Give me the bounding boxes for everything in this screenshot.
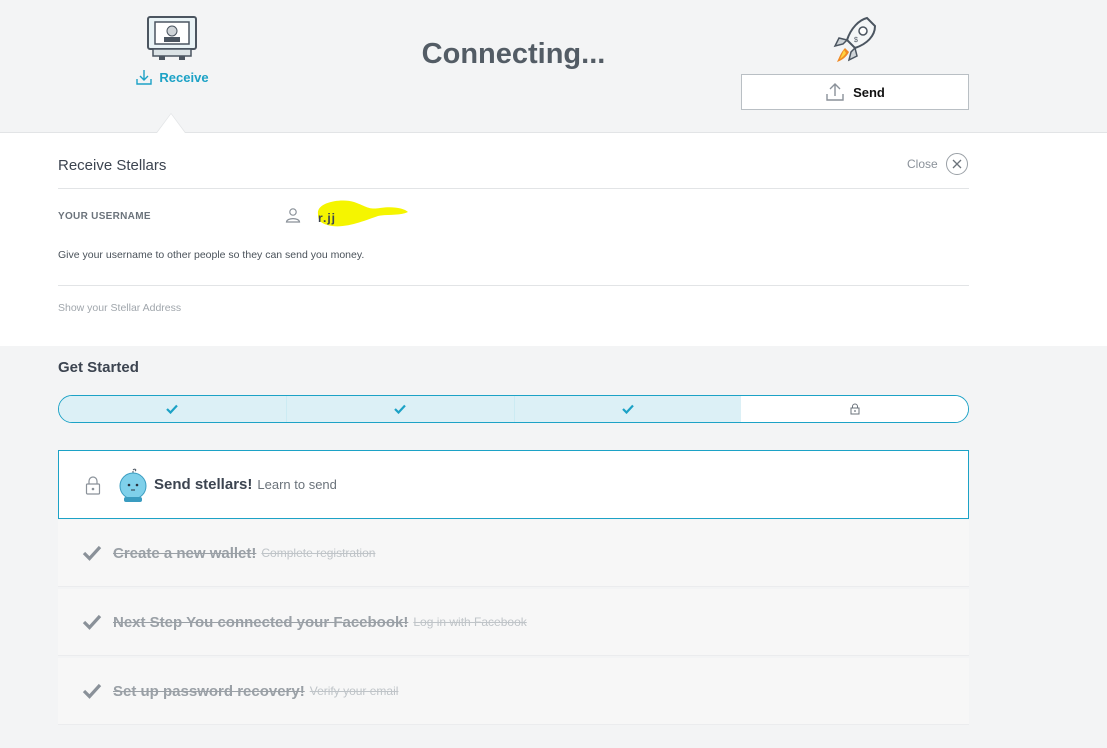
active-tab-caret	[157, 114, 185, 133]
active-step-title: Send stellars!	[154, 476, 253, 493]
app-header: Receive Connecting... $ Send	[0, 0, 1107, 133]
progress-step-2	[286, 396, 515, 422]
username-value: r.jj	[318, 211, 337, 225]
send-section: $ Send	[741, 14, 969, 110]
completed-step-subtitle: Log in with Facebook	[413, 615, 527, 629]
lock-icon	[850, 403, 860, 415]
completed-step-card: Next Step You connected your Facebook! L…	[58, 589, 969, 656]
receive-tab-label: Receive	[159, 69, 209, 85]
user-icon	[285, 208, 301, 223]
completed-step-title: Set up password recovery!	[113, 682, 305, 700]
check-icon	[166, 404, 179, 414]
divider	[58, 188, 969, 189]
divider	[58, 285, 969, 286]
progress-step-1	[59, 396, 287, 422]
send-button-label: Send	[853, 84, 885, 100]
rocket-icon: $	[833, 16, 877, 62]
send-button[interactable]: Send	[741, 74, 969, 110]
completed-step-title: Create a new wallet!	[113, 544, 257, 562]
active-step-link[interactable]: Learn to send	[257, 477, 337, 492]
progress-bar	[58, 395, 969, 423]
check-icon	[622, 404, 634, 414]
panel-title: Receive Stellars	[58, 157, 167, 174]
svg-text:$: $	[854, 37, 858, 44]
username-help-text: Give your username to other people so th…	[58, 249, 365, 261]
completed-step-subtitle: Verify your email	[309, 684, 399, 698]
progress-step-3	[514, 396, 742, 422]
check-icon	[82, 614, 102, 630]
check-icon	[82, 545, 102, 561]
completed-step-card: Set up password recovery! Verify your em…	[58, 658, 969, 725]
completed-step-title: Next Step You connected your Facebook!	[113, 613, 409, 631]
close-icon	[945, 153, 968, 175]
show-stellar-address-link[interactable]: Show your Stellar Address	[58, 302, 181, 314]
upload-icon	[826, 83, 844, 101]
username-label: YOUR USERNAME	[58, 211, 151, 222]
completed-step-card: Create a new wallet! Complete registrati…	[58, 520, 969, 587]
get-started-title: Get Started	[58, 359, 139, 376]
progress-step-4	[741, 396, 968, 422]
check-icon	[82, 683, 102, 699]
lock-icon	[85, 475, 101, 495]
active-step-card[interactable]: Send stellars! Learn to send	[58, 450, 969, 519]
receive-panel: Receive Stellars Close YOUR USERNAME r.j…	[0, 133, 1107, 346]
check-icon	[394, 404, 406, 414]
close-label: Close	[907, 157, 938, 171]
completed-step-subtitle: Complete registration	[261, 546, 376, 560]
mascot-icon	[119, 468, 147, 502]
close-button[interactable]: Close	[907, 153, 968, 175]
